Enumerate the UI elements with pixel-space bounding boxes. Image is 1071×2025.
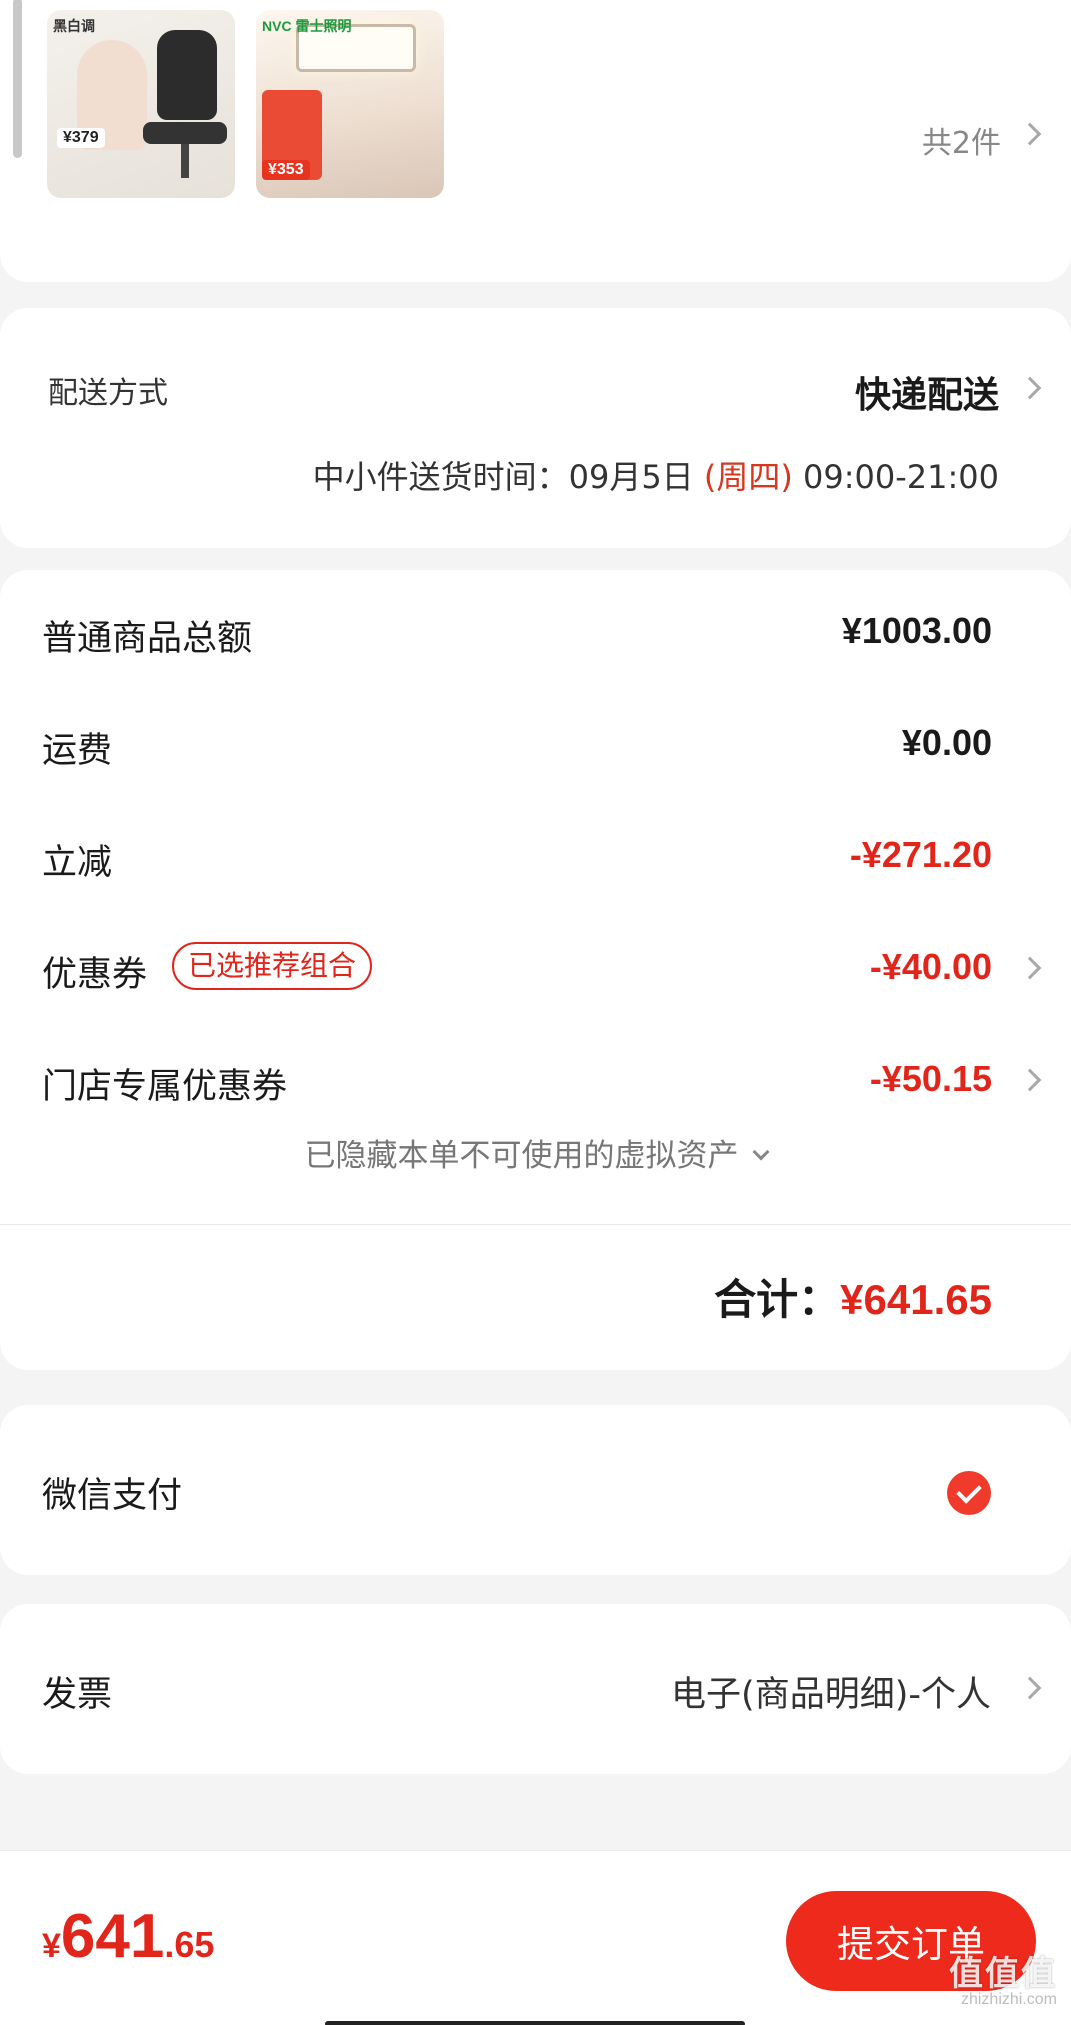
delivery-time-prefix: 中小件送货时间：09月5日 — [312, 458, 704, 496]
invoice-value[interactable]: 电子(商品明细)-个人 — [671, 1666, 991, 1717]
row-goods-total: 普通商品总额 ¥1003.00 — [0, 604, 1071, 664]
row-value[interactable]: -¥50.15 — [870, 1058, 992, 1100]
price-integer: 641 — [60, 1902, 165, 1971]
watermark: 值值值 — [949, 1955, 1057, 1993]
row-label: 立减 — [42, 843, 113, 883]
coupon-badge[interactable]: 已选推荐组合 — [172, 942, 373, 990]
row-label: 优惠券 — [42, 955, 148, 995]
price-decimal: .65 — [164, 1924, 215, 1965]
chair-icon — [157, 30, 217, 120]
chair-seat-shape — [143, 122, 227, 144]
payment-label: 微信支付 — [42, 1476, 183, 1516]
delivery-card[interactable]: 配送方式 快递配送 中小件送货时间：09月5日 (周四) 09:00-21:00 — [0, 308, 1071, 548]
product-brand: 黑白调 — [53, 18, 95, 34]
product-price: ¥353 — [262, 160, 310, 180]
product-brand: NVC 雷士照明 — [262, 18, 352, 34]
payment-method-card[interactable]: 微信支付 — [0, 1405, 1071, 1575]
item-count[interactable]: 共2件 — [922, 118, 1001, 162]
row-label: 普通商品总额 — [42, 619, 253, 659]
row-store-coupon[interactable]: 门店专属优惠券 -¥50.15 — [0, 1052, 1071, 1112]
checkout-bar: ¥641.65 提交订单 值值值 zhizhizhi.com — [0, 1850, 1071, 2025]
total-label: 合计： — [714, 1275, 841, 1324]
row-value: ¥1003.00 — [841, 610, 992, 651]
scrollbar[interactable] — [13, 0, 22, 158]
product-thumbnail-chair[interactable]: 黑白调 ¥379 — [47, 10, 235, 198]
product-summary-card[interactable]: 黑白调 ¥379 NVC 雷士照明 ¥353 共2件 — [0, 0, 1071, 282]
order-total: 合计：¥641.65 — [714, 1266, 992, 1327]
row-value: ¥0.00 — [901, 722, 992, 763]
divider — [0, 1224, 1071, 1225]
home-indicator[interactable] — [325, 2021, 745, 2025]
chevron-right-icon[interactable] — [1018, 1676, 1042, 1700]
chevron-down-icon — [752, 1143, 769, 1161]
row-label: 运费 — [42, 731, 113, 771]
checkmark-icon[interactable] — [947, 1471, 991, 1515]
delivery-time-suffix: 09:00-21:00 — [792, 458, 999, 496]
row-shipping: 运费 ¥0.00 — [0, 716, 1071, 776]
total-amount: ¥641.65 — [840, 1276, 992, 1323]
price-summary-card: 普通商品总额 ¥1003.00 运费 ¥0.00 立减 -¥271.20 优惠券… — [0, 570, 1071, 1370]
product-thumbnail-lamp[interactable]: NVC 雷士照明 ¥353 — [256, 10, 444, 198]
watermark-url: zhizhizhi.com — [960, 1991, 1057, 2008]
chevron-right-icon[interactable] — [1018, 956, 1042, 980]
chevron-right-icon[interactable] — [1018, 1068, 1042, 1092]
product-price: ¥379 — [57, 128, 105, 148]
row-instant-discount: 立减 -¥271.20 — [0, 828, 1071, 888]
delivery-method[interactable]: 快递配送 — [855, 366, 999, 418]
row-label: 门店专属优惠券 — [42, 1067, 288, 1107]
chair-leg-shape — [181, 144, 189, 178]
row-coupon[interactable]: 优惠券 已选推荐组合 -¥40.00 — [0, 940, 1071, 1000]
hidden-assets-toggle[interactable]: 已隐藏本单不可使用的虚拟资产 — [0, 1130, 1071, 1175]
chevron-right-icon[interactable] — [1018, 376, 1042, 400]
chevron-right-icon[interactable] — [1018, 122, 1042, 146]
row-value[interactable]: -¥40.00 — [870, 946, 992, 988]
hidden-assets-text: 已隐藏本单不可使用的虚拟资产 — [304, 1138, 739, 1174]
invoice-label: 发票 — [42, 1675, 113, 1715]
checkout-price: ¥641.65 — [42, 1901, 214, 1972]
row-value: -¥271.20 — [849, 834, 992, 875]
price-symbol: ¥ — [42, 1927, 61, 1965]
delivery-weekday: (周四) — [703, 458, 793, 496]
delivery-label: 配送方式 — [48, 376, 168, 411]
delivery-time: 中小件送货时间：09月5日 (周四) 09:00-21:00 — [313, 452, 999, 498]
invoice-card[interactable]: 发票 电子(商品明细)-个人 — [0, 1604, 1071, 1774]
